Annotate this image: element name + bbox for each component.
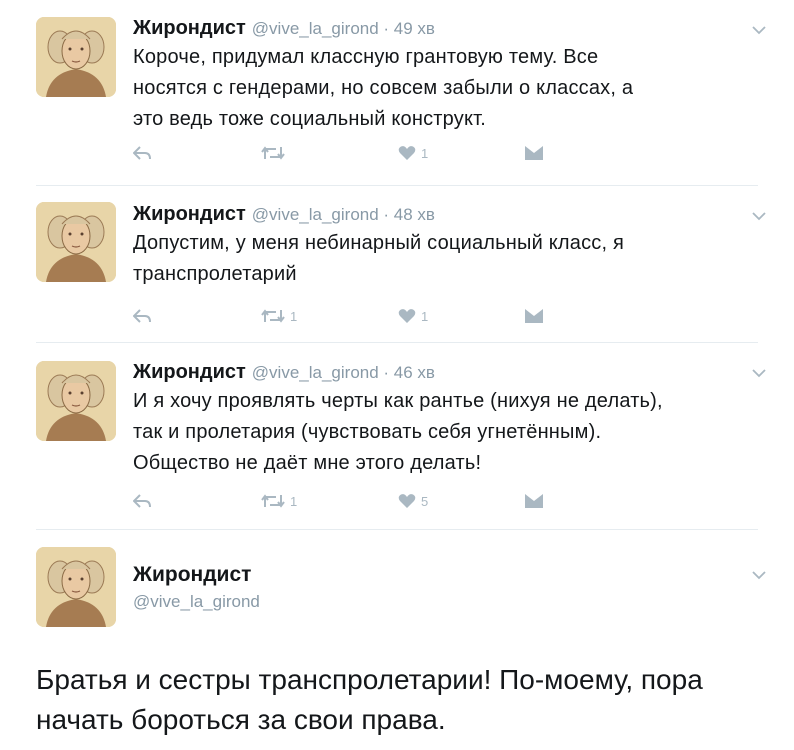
tweet-text: Братья и сестры транспролетарии! По-моем… xyxy=(36,660,776,740)
dm-button[interactable] xyxy=(525,143,543,163)
avatar[interactable] xyxy=(36,202,116,282)
retweet-button[interactable] xyxy=(261,143,290,163)
heart-icon xyxy=(398,309,416,323)
tweet-actions: 1 1 xyxy=(133,306,633,326)
tweet-text-line: так и пролетария (чувствовать себя угнет… xyxy=(133,421,602,443)
tweet-text-line: это ведь тоже социальный конструкт. xyxy=(133,108,487,130)
tweet-text: Короче, придумал классную грантовую тему… xyxy=(133,42,743,135)
tweet-text-line: транспролетарий xyxy=(133,263,297,285)
tweet-text-line: носятся с гендерами, но совсем забыли о … xyxy=(133,77,634,99)
tweet-text-line: Общество не даёт мне этого делать! xyxy=(133,452,482,474)
reply-button[interactable] xyxy=(133,143,151,163)
avatar[interactable] xyxy=(36,361,116,441)
reply-icon xyxy=(133,309,151,323)
dm-button[interactable] xyxy=(525,491,543,511)
author-name[interactable]: Жирондист xyxy=(133,17,246,39)
author-handle-time[interactable]: @vive_la_girond · 46 хв xyxy=(252,363,435,382)
heart-icon xyxy=(398,494,416,508)
avatar[interactable] xyxy=(36,17,116,97)
direct-message-icon xyxy=(525,146,543,160)
avatar[interactable] xyxy=(36,547,116,627)
retweet-button[interactable]: 1 xyxy=(261,491,297,511)
chevron-down-icon[interactable] xyxy=(752,211,766,221)
direct-message-icon xyxy=(525,309,543,323)
reply-icon xyxy=(133,146,151,160)
like-button[interactable]: 1 xyxy=(398,306,428,326)
retweet-icon xyxy=(261,494,285,508)
divider xyxy=(36,185,758,186)
tweet-text: Допустим, у меня небинарный социальный к… xyxy=(133,228,743,290)
reply-button[interactable] xyxy=(133,306,151,326)
divider xyxy=(36,529,758,530)
divider xyxy=(36,342,758,343)
reply-icon xyxy=(133,494,151,508)
like-count: 1 xyxy=(421,308,429,324)
reply-button[interactable] xyxy=(133,491,151,511)
like-button[interactable]: 5 xyxy=(398,491,428,511)
author-handle-time[interactable]: @vive_la_girond · 48 хв xyxy=(252,205,435,224)
retweet-button[interactable]: 1 xyxy=(261,306,297,326)
chevron-down-icon[interactable] xyxy=(752,570,766,580)
direct-message-icon xyxy=(525,494,543,508)
author-name[interactable]: Жирондист xyxy=(133,361,246,383)
tweet-text: И я хочу проявлять черты как рантье (них… xyxy=(133,386,743,479)
tweet-actions: 1 xyxy=(133,143,633,163)
retweet-count: 1 xyxy=(290,308,298,324)
retweet-icon xyxy=(261,309,285,323)
author-name[interactable]: Жирондист xyxy=(133,563,251,587)
tweet-text-line: Короче, придумал классную грантовую тему… xyxy=(133,46,599,68)
chevron-down-icon[interactable] xyxy=(752,368,766,378)
tweet-text-line: Братья и сестры транспролетарии! По-моем… xyxy=(36,664,703,695)
retweet-icon xyxy=(261,146,285,160)
author-handle-time[interactable]: @vive_la_girond · 49 хв xyxy=(252,19,435,38)
like-button[interactable]: 1 xyxy=(398,143,428,163)
heart-icon xyxy=(398,146,416,160)
author-handle[interactable]: @vive_la_girond xyxy=(133,592,260,612)
like-count: 5 xyxy=(421,493,429,509)
dm-button[interactable] xyxy=(525,306,543,326)
like-count: 1 xyxy=(421,145,429,161)
chevron-down-icon[interactable] xyxy=(752,25,766,35)
retweet-count: 1 xyxy=(290,493,298,509)
author-name[interactable]: Жирондист xyxy=(133,203,246,225)
tweet-text-line: начать бороться за свои права. xyxy=(36,704,446,735)
tweet-text-line: И я хочу проявлять черты как рантье (них… xyxy=(133,390,663,412)
tweet-actions: 1 5 xyxy=(133,491,633,511)
tweet-text-line: Допустим, у меня небинарный социальный к… xyxy=(133,232,625,254)
